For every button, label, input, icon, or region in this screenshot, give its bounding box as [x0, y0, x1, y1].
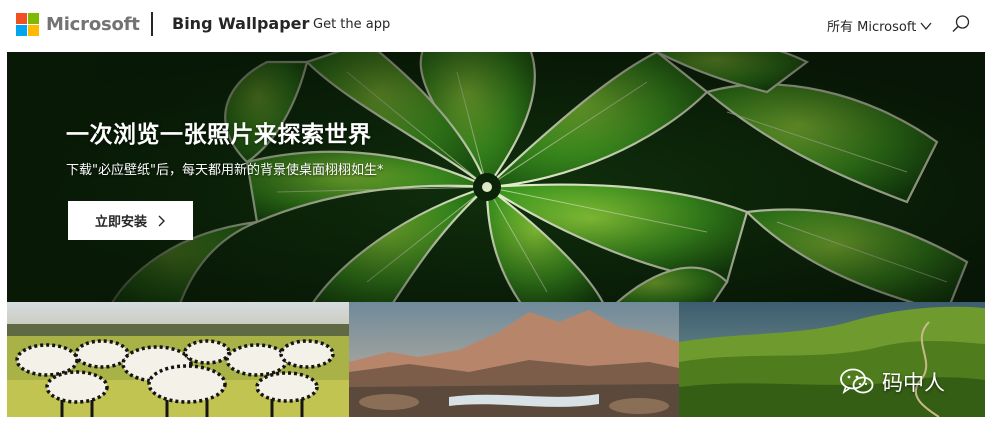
all-microsoft-menu[interactable]: 所有 Microsoft — [827, 16, 933, 35]
hero-subtitle: 下载"必应壁纸"后，每天都用新的背景使桌面栩栩如生* — [66, 163, 384, 178]
gallery-tile-mountains[interactable] — [349, 302, 679, 417]
install-now-label: 立即安装 — [94, 215, 147, 230]
chevron-down-icon — [920, 22, 932, 30]
get-the-app-link[interactable]: Get the app — [313, 17, 390, 32]
hero-title: 一次浏览一张照片来探索世界 — [66, 122, 372, 148]
watermark-text: 码中人 — [882, 371, 945, 395]
brand-name: Microsoft — [46, 14, 140, 35]
mountain-river-image — [349, 302, 679, 417]
all-microsoft-label: 所有 Microsoft — [827, 20, 917, 35]
green-hills-image — [679, 302, 985, 417]
watermark: 码中人 — [840, 367, 945, 397]
install-now-button[interactable]: 立即安装 — [68, 201, 193, 240]
zebra-herd-image — [7, 302, 349, 417]
gallery-tile-hills[interactable] — [679, 302, 985, 417]
site-header: Microsoft Bing Wallpaper Get the app 所有 … — [0, 0, 992, 52]
wechat-icon — [840, 368, 874, 394]
search-icon[interactable] — [951, 14, 971, 34]
microsoft-logo-link[interactable]: Microsoft — [16, 13, 140, 36]
header-divider — [151, 12, 153, 36]
chevron-right-icon — [158, 215, 165, 226]
product-name-link[interactable]: Bing Wallpaper — [172, 14, 309, 33]
gallery-tile-zebras[interactable] — [7, 302, 349, 417]
hero-banner: 一次浏览一张照片来探索世界 下载"必应壁纸"后，每天都用新的背景使桌面栩栩如生*… — [7, 52, 985, 302]
microsoft-logo-icon — [16, 13, 39, 36]
wallpaper-gallery — [7, 302, 985, 417]
